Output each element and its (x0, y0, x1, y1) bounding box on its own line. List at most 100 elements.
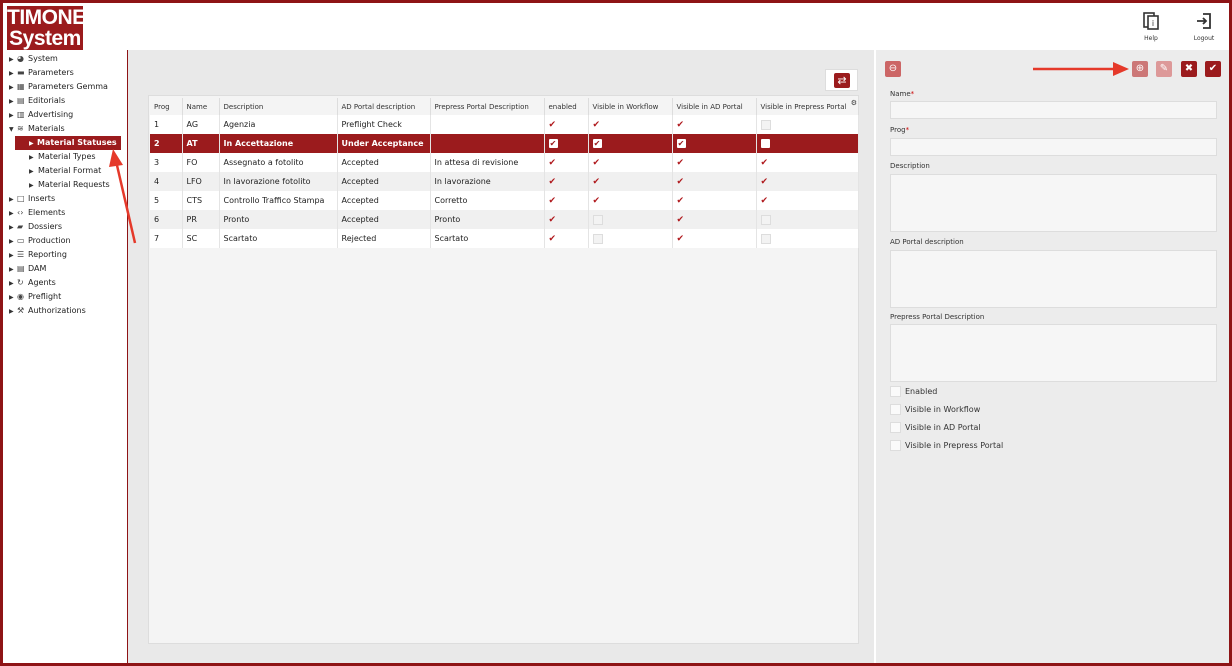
checkbox-box[interactable] (890, 404, 901, 415)
checked-icon: ✔ (760, 176, 769, 187)
sidebar-item-parameters[interactable]: ▶ ▬ Parameters (3, 66, 127, 80)
collapse-button[interactable]: ⊖ (885, 61, 901, 77)
sidebar-item-system[interactable]: ▶ ◕ System (3, 52, 127, 66)
briefcase-icon: ▬ (17, 68, 25, 77)
sidebar-item-parameters-gemma[interactable]: ▶ ▦ Parameters Gemma (3, 80, 127, 94)
visible-in-workflow-checkbox[interactable]: Visible in Workflow (890, 404, 980, 416)
refresh-button[interactable]: ⇄ (825, 69, 858, 91)
pencil-icon: ✎ (1159, 63, 1169, 74)
close-icon: ✖ (1184, 63, 1194, 74)
sidebar-item-production[interactable]: ▶ ▭ Production (3, 234, 127, 248)
table-row[interactable]: 4 LFO In lavorazione fotolito Accepted In la… (150, 172, 859, 191)
cell-prepress-description: Corretto (430, 191, 545, 210)
wrench-icon: ⚒ (17, 306, 25, 315)
checkbox-box[interactable] (890, 386, 901, 397)
col-header[interactable]: AD Portal description (337, 98, 431, 115)
sidebar-item-label: Production (28, 236, 71, 245)
cell-visible-ad-portal: ✔ (672, 153, 757, 172)
sidebar-item-reporting[interactable]: ▶ ☰ Reporting (3, 248, 127, 262)
col-header[interactable]: Visible in AD Portal (672, 98, 757, 115)
cell-enabled: ✔ (544, 210, 589, 229)
name-label: Name* (890, 90, 915, 98)
cell-prepress-description: Scartato (430, 229, 545, 248)
sidebar-item-editorials[interactable]: ▶ ▤ Editorials (3, 94, 127, 108)
sidebar-item-material-types[interactable]: ▶ Material Types (3, 150, 127, 164)
cell-name: AT (182, 134, 220, 153)
checkbox-box[interactable] (890, 440, 901, 451)
sidebar-item-label: Preflight (28, 292, 62, 301)
table-header-row: Prog Name Description AD Portal descript… (150, 98, 859, 115)
visible-in-ad-portal-checkbox[interactable]: Visible in AD Portal (890, 422, 981, 434)
ad-portal-description-textarea[interactable] (890, 250, 1217, 308)
database-icon: ▤ (17, 264, 25, 273)
sidebar-item-label: Parameters (28, 68, 74, 77)
col-header[interactable]: Description (219, 98, 338, 115)
sidebar-item-label: System (28, 54, 58, 63)
sidebar-item-advertising[interactable]: ▶ ▥ Advertising (3, 108, 127, 122)
checked-icon: ✔ (548, 195, 557, 206)
col-header[interactable]: enabled (544, 98, 589, 115)
logout-button[interactable]: Logout (1184, 11, 1224, 42)
table-row[interactable]: 5 CTS Controllo Traffico Stampa Accepted Cor… (150, 191, 859, 210)
eye-icon: ◉ (17, 292, 24, 301)
sidebar-item-materials[interactable]: ▼ ≋ Materials (3, 122, 127, 136)
sidebar-item-dossiers[interactable]: ▶ ▰ Dossiers (3, 220, 127, 234)
sidebar-item-preflight[interactable]: ▶ ◉ Preflight (3, 290, 127, 304)
sidebar-item-material-format[interactable]: ▶ Material Format (3, 164, 127, 178)
sidebar-item-material-statuses[interactable]: ▶ Material Statuses (15, 136, 121, 150)
col-header[interactable]: Name (182, 98, 220, 115)
table-row[interactable]: 7 SC Scartato Rejected Scartato ✔ ✔ (150, 229, 859, 248)
printer-icon: ▭ (17, 236, 25, 245)
col-header[interactable]: Prepress Portal Description (430, 98, 545, 115)
sidebar-item-material-requests[interactable]: ▶ Material Requests (3, 178, 127, 192)
cell-enabled: ✔ (544, 172, 589, 191)
add-button[interactable]: ⊕ (1132, 61, 1148, 77)
cell-ad-portal-description: Preflight Check (337, 115, 431, 134)
prog-field[interactable] (890, 138, 1217, 156)
description-textarea[interactable] (890, 174, 1217, 232)
sidebar-item-inserts[interactable]: ▶ □ Inserts (3, 192, 127, 206)
col-header[interactable]: Visible in Workflow (588, 98, 673, 115)
cell-enabled: ✔ (544, 191, 589, 210)
cell-name: FO (182, 153, 220, 172)
delete-button[interactable]: ✖ (1181, 61, 1197, 77)
help-button[interactable]: i Help (1131, 11, 1171, 42)
logout-icon (1197, 13, 1211, 29)
sidebar-item-label: Inserts (28, 194, 56, 203)
code-icon: ‹› (17, 208, 24, 217)
edit-button[interactable]: ✎ (1156, 61, 1172, 77)
table-row[interactable]: 2 AT In Accettazione Under Acceptance ✔ ✔ ✔ (150, 134, 859, 153)
table-row[interactable]: 3 FO Assegnato a fotolito Accepted In attesa… (150, 153, 859, 172)
table-row[interactable]: 6 PR Pronto Accepted Pronto ✔ ✔ (150, 210, 859, 229)
sidebar-item-label: Elements (28, 208, 66, 217)
col-header[interactable]: Prog (150, 98, 183, 115)
sidebar-item-label: Material Requests (38, 180, 110, 189)
col-header[interactable]: Visible in Prepress Portal (756, 98, 859, 115)
save-button[interactable]: ✔ (1205, 61, 1221, 77)
cell-visible-ad-portal: ✔ (672, 115, 757, 134)
checked-icon: ✔ (676, 176, 685, 187)
sidebar-item-dam[interactable]: ▶ ▤ DAM (3, 262, 127, 276)
sidebar-item-authorizations[interactable]: ▶ ⚒ Authorizations (3, 304, 127, 318)
table-row[interactable]: 1 AG Agenzia Preflight Check ✔ ✔ ✔ (150, 115, 859, 134)
cell-visible-workflow: ✔ (588, 191, 673, 210)
dashboard-icon: ◕ (17, 54, 24, 63)
help-label: Help (1144, 35, 1158, 42)
cell-visible-ad-portal: ✔ (672, 210, 757, 229)
gear-icon[interactable]: ⚙ (851, 99, 857, 107)
visible-in-prepress-portal-checkbox[interactable]: Visible in Prepress Portal (890, 440, 1003, 452)
prepress-portal-description-textarea[interactable] (890, 324, 1217, 382)
checked-icon: ✔ (548, 214, 557, 225)
help-book-icon: i (1143, 12, 1159, 30)
sidebar-item-agents[interactable]: ▶ ↻ Agents (3, 276, 127, 290)
checked-icon: ✔ (676, 214, 685, 225)
cell-visible-ad-portal: ✔ (672, 172, 757, 191)
sidebar-item-elements[interactable]: ▶ ‹› Elements (3, 206, 127, 220)
checked-icon: ✔ (548, 233, 557, 244)
cell-ad-portal-description: Accepted (337, 210, 431, 229)
name-field[interactable] (890, 101, 1217, 119)
enabled-checkbox[interactable]: Enabled (890, 386, 937, 398)
checkbox-box[interactable] (890, 422, 901, 433)
cell-enabled: ✔ (544, 134, 589, 153)
main-content: ⇄ ⚙ Prog Name Description AD Portal desc… (128, 50, 874, 663)
